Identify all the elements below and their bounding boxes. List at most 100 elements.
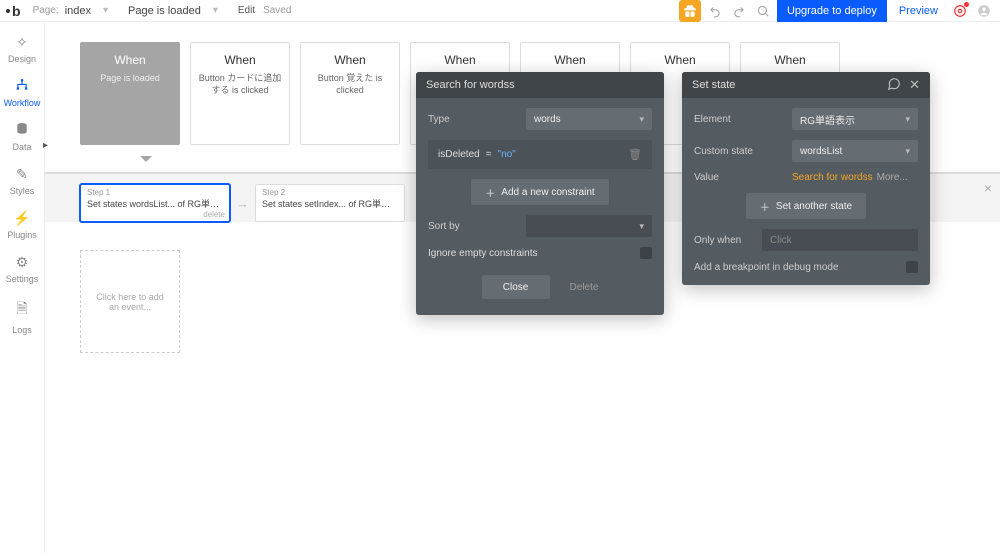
event-title: When (334, 53, 365, 67)
set-another-label: Set another state (776, 201, 852, 212)
constraint-value: "no" (498, 149, 516, 160)
design-icon: ✧ (16, 34, 28, 51)
only-when-placeholder: Click (770, 235, 792, 246)
sidebar-label: Logs (12, 325, 32, 335)
page-dropdown[interactable]: Page: index ▾ (25, 0, 116, 21)
event-desc: Button 覚えた is clicked (307, 73, 393, 96)
step-card[interactable]: Step 2 Set states setIndex... of RG単語表示 (255, 184, 405, 222)
plus-icon: ＋ (485, 185, 495, 200)
chevron-down-icon: ▾ (905, 146, 910, 157)
bubble-logo[interactable]: b (6, 3, 21, 19)
data-icon (15, 122, 29, 139)
ignore-empty-label: Ignore empty constraints (428, 248, 538, 259)
gift-icon[interactable] (679, 0, 701, 22)
ignore-empty-checkbox[interactable] (640, 247, 652, 259)
sidebar-item-design[interactable]: ✧ Design (0, 28, 44, 70)
event-title: When (114, 53, 145, 67)
edit-link[interactable]: Edit (238, 5, 255, 16)
sidebar-label: Styles (10, 186, 35, 196)
element-value: RG単語表示 (800, 112, 855, 127)
chevron-down-icon: ▾ (213, 5, 218, 16)
plus-icon: ＋ (760, 199, 770, 214)
step-delete-link[interactable]: delete (203, 210, 225, 219)
event-card[interactable]: When Button カードに追加する is clicked (190, 42, 290, 145)
panel-header[interactable]: Search for wordss (416, 72, 664, 98)
assistance-icon[interactable] (950, 1, 970, 21)
type-select[interactable]: words ▾ (526, 108, 652, 130)
value-expression[interactable]: Search for wordss More... (792, 172, 918, 183)
constraint-eq: = (486, 149, 492, 160)
settings-icon: ⚙ (16, 254, 29, 271)
plugins-icon: ⚡ (13, 210, 30, 227)
element-select[interactable]: RG単語表示 ▾ (792, 108, 918, 130)
only-when-input[interactable]: Click (762, 229, 918, 251)
add-event-placeholder[interactable]: Click here to add an event... (80, 250, 180, 353)
add-constraint-button[interactable]: ＋ Add a new constraint (471, 179, 608, 205)
type-value: words (534, 114, 561, 125)
sidebar-item-plugins[interactable]: ⚡ Plugins (0, 204, 44, 246)
sidebar-label: Workflow (4, 98, 41, 108)
value-more-link[interactable]: More... (877, 172, 908, 183)
sidebar-label: Settings (6, 274, 39, 284)
chevron-down-icon: ▾ (639, 221, 644, 232)
delete-link[interactable]: Delete (570, 275, 599, 299)
trigger-dropdown[interactable]: Page is loaded ▾ (120, 0, 226, 21)
sidebar-label: Design (8, 54, 36, 64)
event-title: When (554, 53, 585, 67)
sidebar-item-styles[interactable]: ✎ Styles (0, 160, 44, 202)
panel-title: Set state (692, 79, 735, 91)
sidebar-item-logs[interactable]: 🗎 Logs (0, 292, 44, 341)
arrow-right-icon: → (236, 196, 249, 211)
close-icon[interactable]: ✕ (909, 77, 920, 94)
sidebar-item-settings[interactable]: ⚙ Settings (0, 248, 44, 290)
add-constraint-label: Add a new constraint (501, 187, 594, 198)
event-title: When (774, 53, 805, 67)
step-label: Step 1 (87, 188, 223, 197)
chevron-down-icon: ▾ (905, 114, 910, 125)
panel-header[interactable]: Set state ✕ (682, 72, 930, 98)
event-title: When (664, 53, 695, 67)
deploy-button[interactable]: Upgrade to deploy (777, 0, 887, 22)
set-state-panel: Set state ✕ Element RG単語表示 ▾ Custom stat… (682, 72, 930, 285)
saved-status: Saved (263, 5, 291, 16)
preview-link[interactable]: Preview (891, 5, 946, 17)
step-label: Step 2 (262, 188, 398, 197)
chevron-down-icon: ▾ (103, 5, 108, 16)
custom-state-value: wordsList (800, 146, 842, 157)
workflow-canvas: When Page is loaded When Button カードに追加する… (45, 22, 1000, 553)
breakpoint-checkbox[interactable] (906, 261, 918, 273)
trash-icon[interactable]: 🗑 (628, 148, 642, 161)
workflow-icon (15, 78, 29, 95)
event-card[interactable]: When Page is loaded (80, 42, 180, 145)
constraint-field: isDeleted (438, 149, 480, 160)
panel-title: Search for wordss (426, 79, 515, 91)
redo-icon[interactable] (729, 1, 749, 21)
sortby-label: Sort by (428, 221, 518, 232)
undo-icon[interactable] (705, 1, 725, 21)
close-button[interactable]: Close (482, 275, 550, 299)
close-steps-icon[interactable]: × (984, 180, 992, 196)
sidebar-item-workflow[interactable]: Workflow (0, 72, 44, 114)
event-desc: Page is loaded (100, 73, 160, 85)
value-expr-text: Search for wordss (792, 172, 873, 183)
set-another-state-button[interactable]: ＋ Set another state (746, 193, 866, 219)
comment-icon[interactable] (887, 77, 901, 94)
sidebar-item-data[interactable]: Data (0, 116, 44, 158)
top-bar: b Page: index ▾ Page is loaded ▾ Edit Sa… (0, 0, 1000, 22)
user-avatar-icon[interactable] (974, 1, 994, 21)
value-label: Value (694, 172, 784, 183)
sidebar-label: Data (12, 142, 31, 152)
constraint-row[interactable]: isDeleted = "no" 🗑 (428, 140, 652, 169)
event-card[interactable]: When Button 覚えた is clicked (300, 42, 400, 145)
logs-icon: 🗎 (16, 298, 27, 322)
event-title: When (444, 53, 475, 67)
left-sidebar: ✧ Design Workflow Data ✎ Styles ⚡ Plugin… (0, 22, 45, 553)
event-desc: Button カードに追加する is clicked (197, 73, 283, 96)
breakpoint-label: Add a breakpoint in debug mode (694, 262, 839, 273)
search-icon[interactable] (753, 1, 773, 21)
step-text: Set states setIndex... of RG単語表示 (262, 197, 398, 210)
sortby-select[interactable]: ▾ (526, 215, 652, 237)
step-card[interactable]: Step 1 Set states wordsList... of RG単語表示… (80, 184, 230, 222)
sidebar-label: Plugins (7, 230, 37, 240)
custom-state-select[interactable]: wordsList ▾ (792, 140, 918, 162)
